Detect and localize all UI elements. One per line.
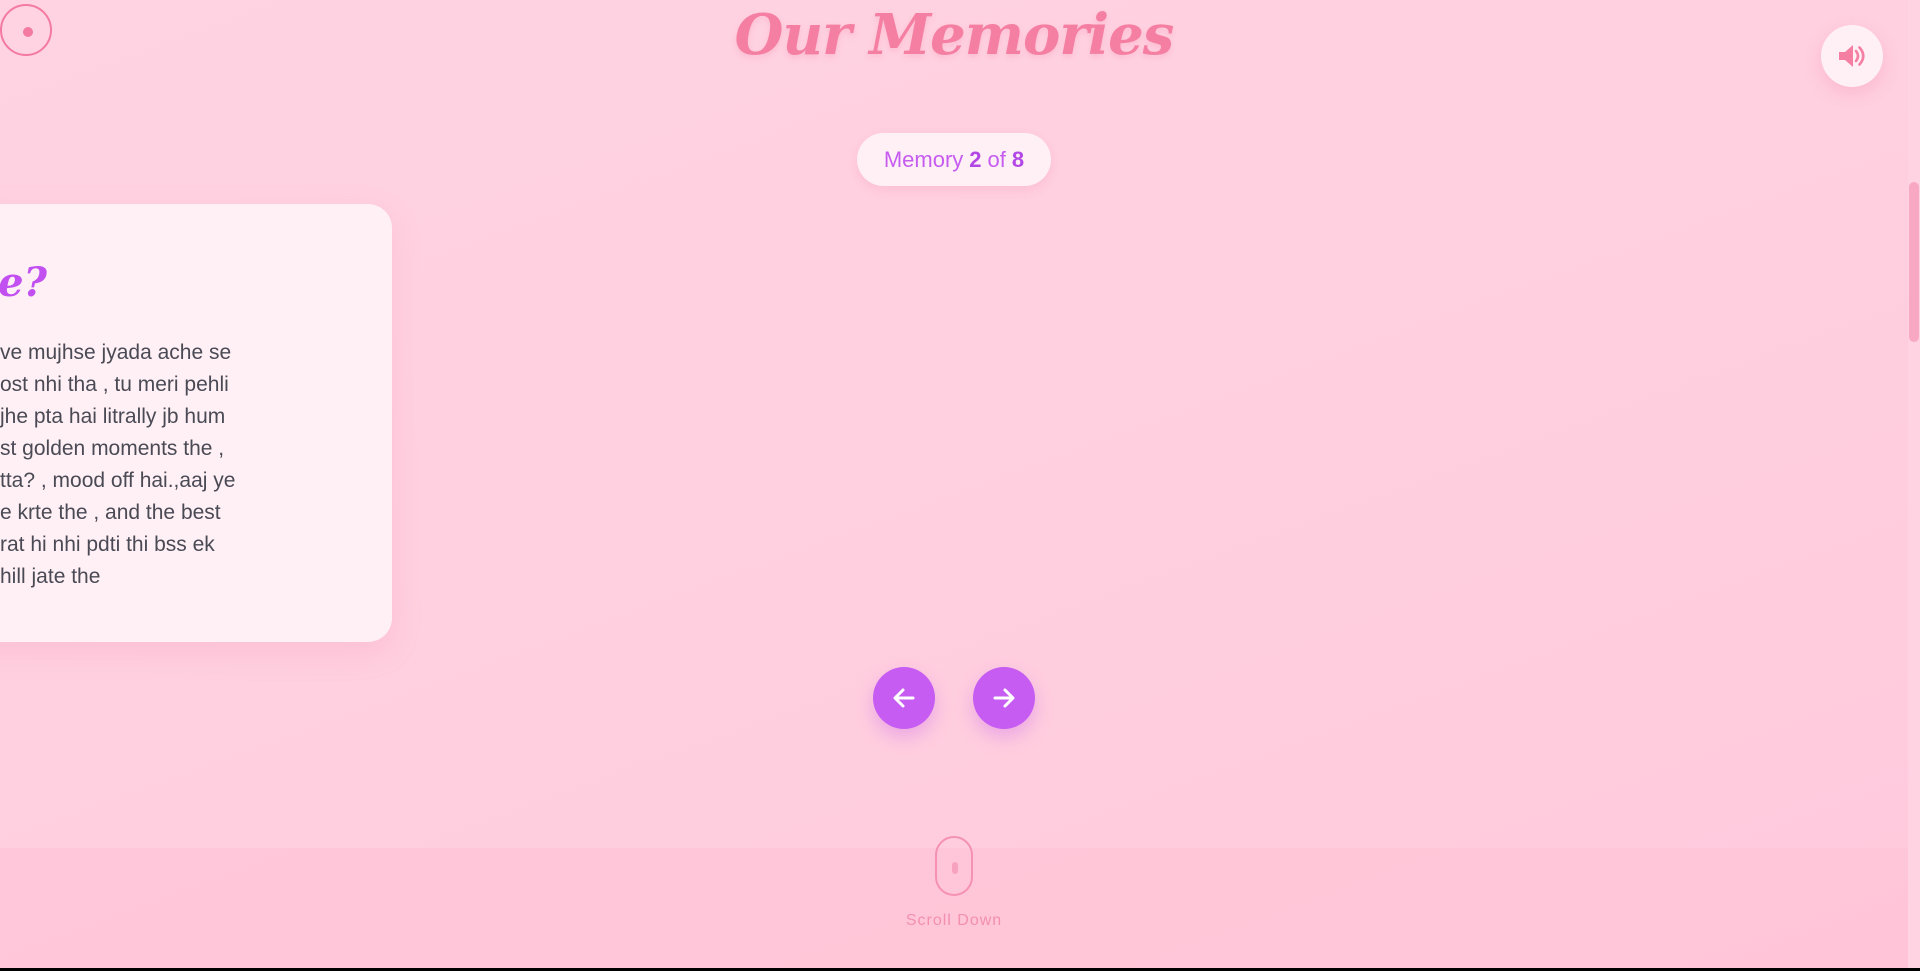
memory-text-line: ve mujhse jyada ache se	[0, 341, 232, 364]
mouse-icon[interactable]	[935, 836, 973, 896]
arrow-right-icon	[993, 688, 1015, 708]
next-memory-button[interactable]	[973, 667, 1035, 729]
previous-memory-button[interactable]	[873, 667, 935, 729]
memory-counter: Memory 2 of 8	[857, 133, 1051, 186]
arrow-left-icon	[893, 688, 915, 708]
counter-current: 2	[969, 146, 982, 172]
scrollbar-track[interactable]	[1908, 0, 1920, 968]
memory-text-line: ost nhi tha , tu meri pehli	[0, 373, 229, 396]
memory-card-title: me?	[0, 259, 47, 306]
memory-text-line: tta? , mood off hai.,aaj ye	[0, 469, 236, 492]
speaker-volume-icon	[1839, 45, 1865, 67]
memory-text-line: jhe pta hai litrally jb hum	[0, 405, 226, 428]
memory-text-line: st golden moments the ,	[0, 437, 225, 460]
scrollbar-thumb[interactable]	[1909, 182, 1919, 342]
memory-card-text: ve mujhse jyada ache se ost nhi tha , tu…	[0, 337, 320, 627]
counter-separator: of	[987, 146, 1006, 172]
sound-toggle-button[interactable]	[1821, 25, 1883, 87]
memory-card: me? ve mujhse jyada ache se ost nhi tha …	[0, 204, 392, 642]
memories-page: Our Memories Memory 2 of 8 me? ve mujhse…	[0, 0, 1920, 968]
memory-text-line: e krte the , and the best	[0, 501, 221, 524]
mouse-wheel	[952, 862, 958, 874]
page-title: Our Memories	[734, 2, 1175, 68]
counter-prefix: Memory	[883, 146, 964, 172]
memory-text-line: hill jate the	[0, 565, 101, 588]
counter-total: 8	[1011, 146, 1025, 172]
memory-text-line: rat hi nhi pdti thi bss ek	[0, 533, 215, 556]
scroll-down-label: Scroll Down	[905, 912, 1003, 929]
